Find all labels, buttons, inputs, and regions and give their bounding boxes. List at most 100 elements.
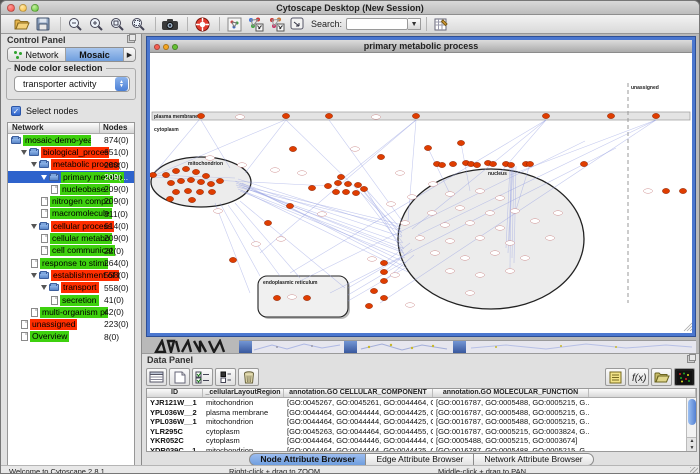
table-cell[interactable]: [GO:0016787, GO:0005215, GO:0003824, G..… bbox=[433, 427, 589, 436]
col-cellular-component[interactable]: annotation.GO CELLULAR_COMPONENT bbox=[284, 389, 433, 397]
table-cell[interactable]: mitochondrion bbox=[203, 417, 284, 426]
table-cell[interactable]: YDR039C__1 bbox=[147, 446, 203, 452]
network-node[interactable] bbox=[166, 196, 173, 201]
network-node[interactable] bbox=[438, 162, 445, 167]
tree-row[interactable]: macromolecule311(0) bbox=[8, 208, 134, 220]
inner-zoom-button[interactable] bbox=[172, 44, 178, 50]
network-node[interactable] bbox=[652, 113, 659, 118]
network-label-node[interactable] bbox=[554, 211, 563, 216]
network-label-node[interactable] bbox=[416, 236, 425, 241]
network-node[interactable] bbox=[264, 220, 271, 225]
network-label-node[interactable] bbox=[288, 295, 297, 300]
network-label-node[interactable] bbox=[456, 206, 465, 211]
network-node[interactable] bbox=[162, 172, 169, 177]
table-cell[interactable]: [GO:0016787, GO:0005488, GO:0005215, G..… bbox=[433, 408, 589, 417]
network-label-node[interactable] bbox=[476, 273, 485, 278]
network-node[interactable] bbox=[377, 154, 384, 159]
tree-row[interactable]: nucleobase-209(0) bbox=[8, 183, 134, 195]
network-label-node[interactable] bbox=[429, 182, 438, 187]
network-node[interactable] bbox=[344, 181, 351, 186]
network-window-titlebar[interactable]: primary metabolic process bbox=[150, 40, 692, 53]
tree-row-label[interactable]: cellular metabo bbox=[50, 233, 112, 244]
tree-row[interactable]: cellular metabo209(0) bbox=[8, 232, 134, 244]
network-node[interactable] bbox=[182, 166, 189, 171]
scrollbar-arrows[interactable]: ▲▼ bbox=[687, 437, 697, 451]
table-cell[interactable]: cytoplasm bbox=[203, 436, 284, 445]
tree-row[interactable]: response to stimulu264(0) bbox=[8, 257, 134, 269]
tab-mosaic[interactable]: Mosaic bbox=[66, 48, 124, 61]
network-node[interactable] bbox=[507, 162, 514, 167]
network-node[interactable] bbox=[177, 178, 184, 183]
attribute-table-row[interactable]: YPL036W__1mitochondrion[GO:0044464, GO:0… bbox=[147, 417, 696, 427]
background-window-thumbnail[interactable] bbox=[252, 340, 344, 353]
zoom-selected-region-icon[interactable] bbox=[108, 16, 126, 32]
titlebar[interactable]: Cytoscape Desktop (New Session) bbox=[1, 1, 699, 15]
network-node[interactable] bbox=[282, 113, 289, 118]
network-label-node[interactable] bbox=[446, 269, 455, 274]
network-label-node[interactable] bbox=[428, 211, 437, 216]
table-scrollbar[interactable]: ▲▼ bbox=[686, 398, 696, 451]
network-label-node[interactable] bbox=[387, 202, 396, 207]
network-label-node[interactable] bbox=[531, 219, 540, 224]
tree-row-label[interactable]: biological_process bbox=[41, 147, 109, 158]
col-molecular-function[interactable]: annotation.GO MOLECULAR_FUNCTION bbox=[433, 389, 589, 397]
network-node[interactable] bbox=[473, 162, 480, 167]
attribute-list-icon[interactable] bbox=[605, 368, 626, 386]
snapshot-camera-icon[interactable] bbox=[161, 16, 179, 32]
table-cell[interactable]: mitochondrion bbox=[203, 446, 284, 452]
network-node[interactable] bbox=[172, 168, 179, 173]
disclosure-triangle-icon[interactable] bbox=[31, 273, 37, 278]
background-window-fragment[interactable] bbox=[344, 340, 357, 353]
table-cell[interactable]: [GO:0044464, GO:0044444, GO:0044425, G..… bbox=[284, 408, 433, 417]
tree-row-label[interactable]: Overview bbox=[30, 331, 69, 342]
select-nodes-checkbox[interactable]: ✓ bbox=[11, 106, 21, 116]
network-node[interactable] bbox=[197, 179, 204, 184]
network-label-node[interactable] bbox=[401, 221, 410, 226]
network-label-node[interactable] bbox=[238, 163, 247, 168]
table-cell[interactable]: YPL036W__2 bbox=[147, 408, 203, 417]
tree-row[interactable]: nitrogen compo209(0) bbox=[8, 195, 134, 207]
tree-row-label[interactable]: multi-organism pro bbox=[40, 307, 108, 318]
table-cell[interactable]: [GO:0045267, GO:0045261, GO:0044464, G..… bbox=[284, 398, 433, 407]
network-label-node[interactable] bbox=[441, 223, 450, 228]
network-node[interactable] bbox=[167, 180, 174, 185]
search-dropdown-button[interactable]: ▼ bbox=[408, 18, 421, 30]
col-id[interactable]: ID bbox=[147, 389, 203, 397]
annotation-icon[interactable] bbox=[288, 16, 306, 32]
delete-attribute-icon[interactable] bbox=[238, 368, 259, 386]
network-node[interactable] bbox=[150, 172, 157, 177]
import-table-icon[interactable] bbox=[432, 16, 450, 32]
tree-row[interactable]: cellular process614(0) bbox=[8, 220, 134, 232]
network-node[interactable] bbox=[229, 257, 236, 262]
tree-row[interactable]: unassigned223(0) bbox=[8, 318, 134, 330]
table-cell[interactable]: [GO:0016787, GO:0005488, GO:0005215, G..… bbox=[433, 446, 589, 452]
network-node[interactable] bbox=[334, 180, 341, 185]
tree-row-label[interactable]: macromolecule bbox=[50, 208, 112, 219]
tree-row[interactable]: biological_process651(0) bbox=[8, 146, 134, 158]
tree-row-label[interactable]: nucleobase- bbox=[60, 184, 110, 195]
select-attributes-icon[interactable] bbox=[192, 368, 213, 386]
tree-col-network[interactable]: Network bbox=[8, 123, 100, 133]
table-cell[interactable]: [GO:0044464, GO:0044444, GO:0044425, G..… bbox=[284, 446, 433, 452]
network-node[interactable] bbox=[196, 189, 203, 194]
compartment-nucleus[interactable] bbox=[398, 169, 584, 309]
network-node[interactable] bbox=[273, 295, 280, 300]
attribute-table-row[interactable]: YKR052Ccytoplasm[GO:0044464, GO:0044446,… bbox=[147, 436, 696, 446]
network-label-node[interactable] bbox=[277, 237, 286, 242]
network-node[interactable] bbox=[308, 185, 315, 190]
network-node[interactable] bbox=[354, 182, 361, 187]
network-view-window[interactable]: primary metabolic process plasma membran… bbox=[147, 37, 695, 336]
disclosure-triangle-icon[interactable] bbox=[31, 162, 37, 167]
table-cell[interactable]: plasma membrane bbox=[203, 408, 284, 417]
resize-grip[interactable] bbox=[690, 467, 698, 474]
help-lifesaver-icon[interactable] bbox=[193, 16, 211, 32]
network-label-node[interactable] bbox=[546, 236, 555, 241]
table-cell[interactable]: [GO:0044464, GO:0044446, GO:0044444, G..… bbox=[284, 436, 433, 445]
network-node[interactable] bbox=[207, 181, 214, 186]
network-label-node[interactable] bbox=[206, 156, 215, 161]
tree-row-label[interactable]: transport bbox=[61, 282, 99, 293]
network-label-node[interactable] bbox=[351, 147, 360, 152]
network-node[interactable] bbox=[187, 177, 194, 182]
tree-row[interactable]: transport558(0) bbox=[8, 282, 134, 294]
network-node[interactable] bbox=[337, 174, 344, 179]
